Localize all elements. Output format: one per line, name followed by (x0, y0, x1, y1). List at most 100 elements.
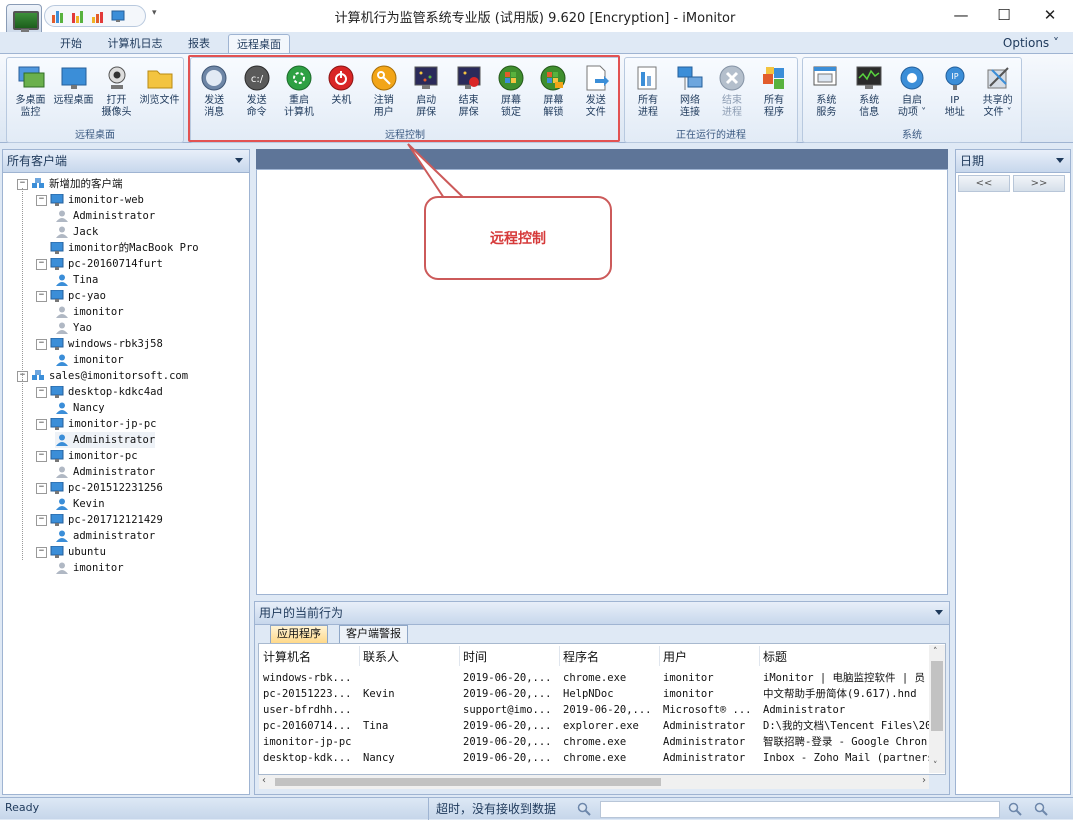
tree-user[interactable]: imonitor (55, 352, 124, 368)
table-cell[interactable]: Nancy (363, 750, 459, 766)
table-cell[interactable]: explorer.exe (563, 718, 659, 734)
column-header[interactable]: 标题 (763, 648, 787, 665)
tree-group[interactable]: − sales@imonitorsoft.com (17, 368, 188, 384)
tree-collapse-icon[interactable]: − (36, 194, 47, 206)
table-cell[interactable]: support@imo... (463, 702, 559, 718)
column-header[interactable]: 时间 (463, 648, 487, 665)
table-cell[interactable]: Administrator (663, 734, 759, 750)
table-cell[interactable]: pc-20151223... (263, 686, 359, 702)
table-cell[interactable]: Administrator (663, 718, 759, 734)
zoom-in-icon[interactable] (1034, 802, 1048, 816)
chevron-down-icon[interactable] (1056, 158, 1064, 163)
network-button[interactable]: 网络 连接 (669, 62, 711, 126)
table-cell[interactable]: HelpNDoc (563, 686, 659, 702)
tree-user[interactable]: Kevin (55, 496, 105, 512)
column-header[interactable]: 联系人 (363, 648, 399, 665)
table-cell[interactable]: imonitor (663, 686, 759, 702)
tree-collapse-icon[interactable]: − (36, 290, 47, 302)
scroll-down-icon[interactable]: ˅ (933, 761, 938, 771)
table-cell[interactable]: Inbox - Zoho Mail (partnersh (763, 750, 929, 766)
table-cell[interactable]: Tina (363, 718, 459, 734)
column-header[interactable]: 用户 (663, 648, 687, 665)
table-cell[interactable] (363, 734, 459, 750)
tree-collapse-icon[interactable]: − (36, 450, 47, 462)
ip-button[interactable]: IP IP 地址 (934, 62, 976, 126)
monitor-icon[interactable] (111, 10, 125, 23)
tree-user[interactable]: Administrator (55, 432, 156, 448)
table-cell[interactable]: D:\我的文档\Tencent Files\20 (763, 718, 929, 734)
current-activity-header[interactable]: 用户的当前行为 (255, 602, 949, 625)
multi-desktop-button[interactable]: 多桌面 监控 (10, 62, 52, 126)
tree-user[interactable]: imonitor (55, 560, 124, 576)
table-cell[interactable]: 2019-06-20,... (463, 670, 559, 686)
table-cell[interactable]: Administrator (663, 750, 759, 766)
tree-collapse-icon[interactable]: − (36, 482, 47, 494)
tree-computer[interactable]: − imonitor-pc (36, 448, 138, 464)
table-cell[interactable]: chrome.exe (563, 734, 659, 750)
minimize-button[interactable]: — (938, 0, 984, 30)
table-cell[interactable]: 2019-06-20,... (463, 686, 559, 702)
table-cell[interactable] (363, 670, 459, 686)
scroll-left-icon[interactable]: ‹ (262, 775, 266, 786)
table-cell[interactable]: Microsoft® ... (663, 702, 759, 718)
tree-computer[interactable]: − pc-yao (36, 288, 106, 304)
tree-user[interactable]: Administrator (55, 464, 155, 480)
table-cell[interactable]: pc-20160714... (263, 718, 359, 734)
clients-panel-header[interactable]: 所有客户端 (3, 150, 249, 173)
chevron-down-icon[interactable] (935, 610, 943, 615)
table-cell[interactable]: desktop-kdk... (263, 750, 359, 766)
tree-computer[interactable]: − ubuntu (36, 544, 106, 560)
services-button[interactable]: 系统 服务 (805, 62, 847, 126)
table-cell[interactable]: chrome.exe (563, 750, 659, 766)
table-cell[interactable]: 智联招聘-登录 - Google Chron (763, 734, 929, 750)
system-info-button[interactable]: 系统 信息 (848, 62, 890, 126)
shared-files-button[interactable]: 共享的 文件 ˅ (977, 62, 1019, 126)
options-menu[interactable]: Options ˅ (1003, 36, 1059, 50)
tree-computer[interactable]: − desktop-kdkc4ad (36, 384, 163, 400)
close-button[interactable]: ✕ (1027, 0, 1073, 30)
table-cell[interactable]: windows-rbk... (263, 670, 359, 686)
bar-chart-icon[interactable] (51, 10, 65, 23)
qat-dropdown-icon[interactable]: ▾ (152, 8, 157, 18)
tree-user[interactable]: Nancy (55, 400, 105, 416)
scroll-up-icon[interactable]: ˄ (933, 647, 938, 657)
webcam-button[interactable]: 打开 摄像头 (96, 62, 138, 126)
tree-computer[interactable]: − pc-20160714furt (36, 256, 163, 272)
column-header[interactable]: 程序名 (563, 648, 599, 665)
tab-remote-desktop[interactable]: 远程桌面 (228, 34, 290, 55)
maximize-button[interactable]: ☐ (981, 0, 1027, 30)
table-cell[interactable]: imonitor (663, 670, 759, 686)
tree-computer[interactable]: − pc-201712121429 (36, 512, 163, 528)
tree-computer[interactable]: − imonitor-web (36, 192, 144, 208)
tree-user[interactable]: imonitor (55, 304, 124, 320)
prev-date-button[interactable]: << (958, 175, 1010, 192)
processes-button[interactable]: 所有 进程 (627, 62, 669, 126)
tree-user[interactable]: administrator (55, 528, 155, 544)
table-cell[interactable]: 2019-06-20,... (563, 702, 659, 718)
remote-desktop-button[interactable]: 远程桌面 (53, 62, 95, 126)
table-cell[interactable]: 2019-06-20,... (463, 734, 559, 750)
tree-computer[interactable]: − windows-rbk3j58 (36, 336, 163, 352)
tree-collapse-icon[interactable]: − (36, 514, 47, 526)
table-cell[interactable]: user-bfrdhh... (263, 702, 359, 718)
color-chart-icon[interactable] (71, 10, 85, 23)
programs-button[interactable]: 所有 程序 (753, 62, 795, 126)
table-cell[interactable]: Kevin (363, 686, 459, 702)
tree-user[interactable]: Yao (55, 320, 92, 336)
table-cell[interactable]: 2019-06-20,... (463, 718, 559, 734)
table-cell[interactable]: chrome.exe (563, 670, 659, 686)
tree-computer[interactable]: − imonitor-jp-pc (36, 416, 157, 432)
tree-group[interactable]: − 新增加的客户端 (17, 176, 123, 192)
scroll-right-icon[interactable]: › (922, 775, 926, 786)
tree-computer[interactable]: − pc-201512231256 (36, 480, 163, 496)
next-date-button[interactable]: >> (1013, 175, 1065, 192)
tree-user[interactable]: Administrator (55, 208, 155, 224)
tree-collapse-icon[interactable]: − (36, 338, 47, 350)
chevron-down-icon[interactable] (235, 158, 243, 163)
table-cell[interactable]: 2019-06-20,... (463, 750, 559, 766)
date-panel-header[interactable]: 日期 (956, 150, 1070, 173)
report-chart-icon[interactable] (91, 10, 105, 23)
tree-user[interactable]: Tina (55, 272, 98, 288)
search-icon[interactable] (577, 802, 591, 816)
tree-collapse-icon[interactable]: − (36, 386, 47, 398)
